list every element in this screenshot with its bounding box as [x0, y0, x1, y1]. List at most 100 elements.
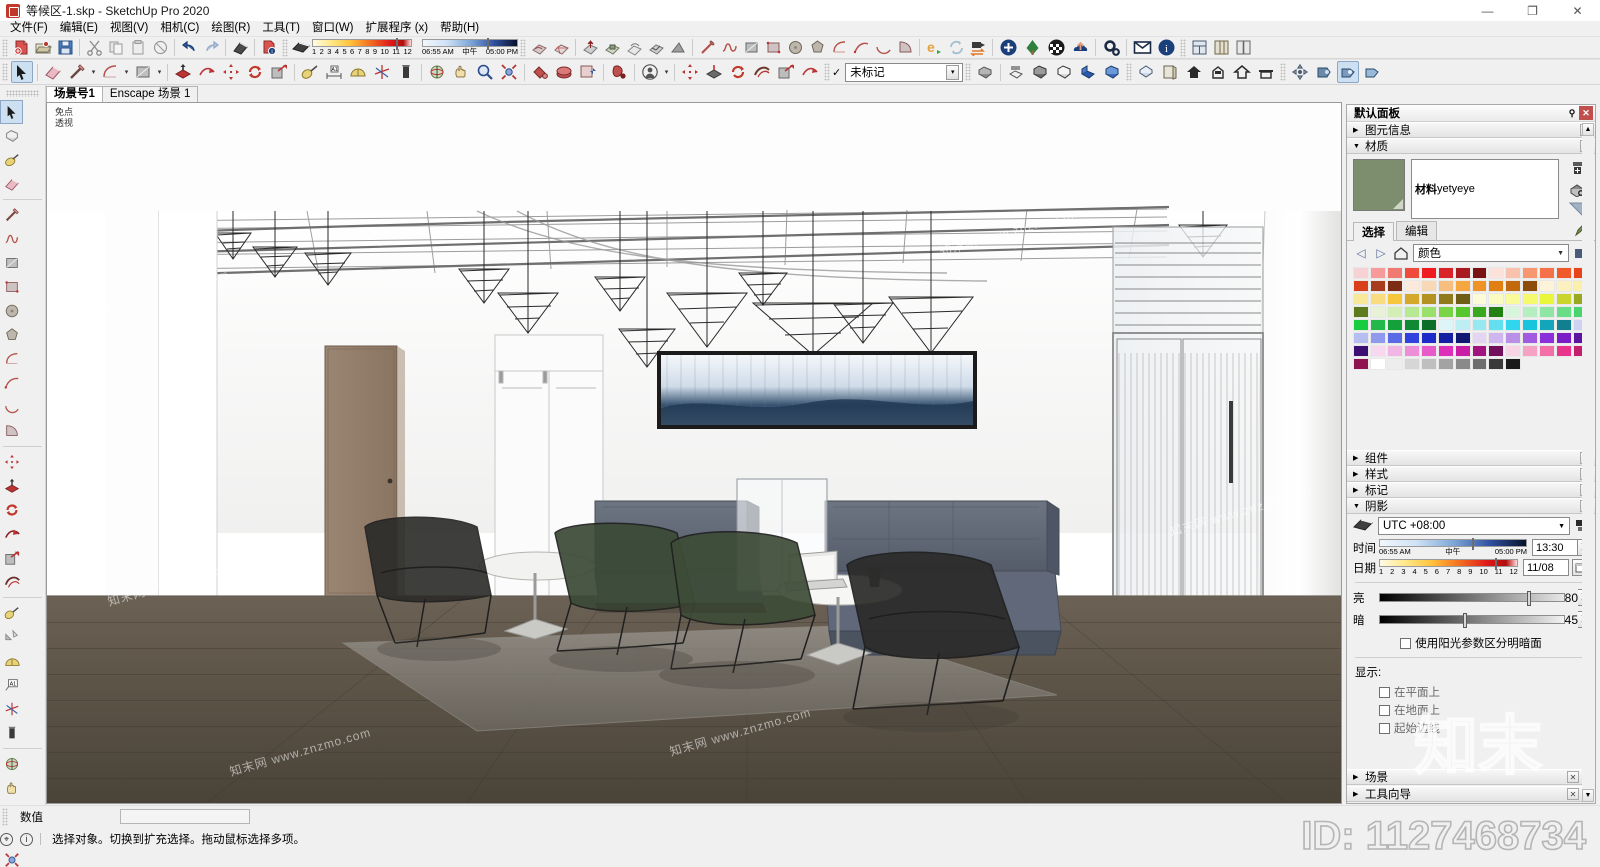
rectangle-tool-button[interactable] [741, 38, 761, 58]
arc-icon[interactable] [0, 347, 23, 371]
palette-swatch[interactable] [1539, 306, 1556, 318]
palette-swatch[interactable] [1556, 332, 1573, 344]
palette-swatch[interactable] [1420, 267, 1437, 279]
texture-position-button[interactable] [577, 61, 599, 83]
select-tool-icon[interactable] [0, 100, 23, 124]
palette-swatch[interactable] [1505, 267, 1522, 279]
two-point-arc-icon[interactable] [0, 371, 23, 395]
section-materials[interactable]: ▼ 材质 ✕ [1347, 138, 1595, 154]
palette-swatch[interactable] [1437, 306, 1454, 318]
shadow-toggle-icon[interactable] [1353, 517, 1373, 535]
shadow-time-gradient[interactable] [1379, 538, 1527, 550]
section-styles[interactable]: ▶ 样式 ✕ [1347, 466, 1595, 482]
cursor-info-icon[interactable]: ⌖ [0, 832, 13, 846]
palette-swatch[interactable] [1471, 306, 1488, 318]
enscape-start-button[interactable]: e [924, 38, 944, 58]
palette-swatch[interactable] [1556, 267, 1573, 279]
left-toolbar-grip[interactable] [6, 90, 39, 97]
palette-swatch[interactable] [1488, 280, 1505, 292]
rectangle-tool-dropdown[interactable]: ▾ [155, 62, 164, 82]
rotated-rectangle-icon[interactable] [0, 275, 23, 299]
palette-swatch[interactable] [1488, 345, 1505, 357]
section-shadows[interactable]: ▼ 阴影 ✕ [1347, 498, 1595, 514]
palette-swatch[interactable] [1353, 358, 1369, 370]
line-tool-dropdown[interactable]: ▾ [89, 62, 98, 82]
followme-tool-button-2[interactable] [799, 61, 821, 83]
shadow-light-slider[interactable] [1379, 591, 1565, 606]
tag-dropdown[interactable]: 未标记 ▾ [845, 62, 964, 82]
section-close-instructor[interactable]: ✕ [1567, 788, 1579, 800]
palette-swatch[interactable] [1454, 280, 1471, 292]
palette-swatch[interactable] [1353, 293, 1369, 305]
view-front-button[interactable] [1183, 61, 1205, 83]
palette-swatch[interactable] [1420, 345, 1437, 357]
view-iso-button[interactable] [1135, 61, 1157, 83]
tag-dropdown-arrow[interactable]: ▾ [946, 64, 960, 80]
palette-swatch[interactable] [1437, 345, 1454, 357]
palette-swatch[interactable] [1505, 358, 1522, 370]
palette-swatch[interactable] [1437, 267, 1454, 279]
account-dropdown[interactable]: ▾ [662, 62, 671, 82]
palette-swatch[interactable] [1505, 293, 1522, 305]
view-left-button[interactable] [1255, 61, 1277, 83]
dimension-tool-button[interactable]: A1 [323, 61, 345, 83]
shadow-toggle-button[interactable] [291, 38, 311, 58]
stamp-button[interactable] [602, 38, 622, 58]
material-library-dropdown[interactable]: 颜色 ▼ [1413, 244, 1569, 262]
model-info-button[interactable]: i [259, 38, 279, 58]
erase-button[interactable] [150, 38, 170, 58]
section-plane-button[interactable] [608, 61, 630, 83]
palette-swatch[interactable] [1522, 267, 1539, 279]
section-display-button[interactable] [1361, 61, 1383, 83]
make-component-icon[interactable] [0, 124, 23, 148]
followme-icon[interactable] [0, 522, 23, 546]
toolbar-grip-style[interactable] [965, 63, 972, 81]
menu-edit[interactable]: 编辑(E) [54, 21, 104, 36]
scroll-down-arrow[interactable]: ▼ [1582, 789, 1594, 802]
circle-tool-button[interactable] [785, 38, 805, 58]
menu-draw[interactable]: 绘图(R) [205, 21, 256, 36]
palette-swatch[interactable] [1454, 293, 1471, 305]
scale-icon[interactable] [0, 546, 23, 570]
section-entity-info[interactable]: ▶ 图元信息 ✕ [1347, 122, 1595, 138]
rotated-rectangle-button[interactable] [763, 38, 783, 58]
palette-swatch[interactable] [1353, 306, 1369, 318]
palette-swatch[interactable] [1539, 332, 1556, 344]
toolbar-date-slider[interactable]: 12 34 56 78 9 10 11 12 [312, 37, 412, 59]
shadow-date-slider[interactable]: 12 34 56 78 9 10 11 12 [1379, 558, 1518, 576]
tape-measure-icon[interactable] [0, 601, 23, 625]
palette-swatch[interactable] [1386, 280, 1403, 292]
palette-swatch[interactable] [1471, 293, 1488, 305]
rotate-tool-button[interactable] [244, 61, 266, 83]
valuebar-grip[interactable] [2, 807, 8, 826]
scale-tool-button[interactable] [268, 61, 290, 83]
palette-swatch[interactable] [1353, 332, 1369, 344]
menu-file[interactable]: 文件(F) [4, 21, 54, 36]
material-swatch[interactable] [1353, 159, 1405, 211]
toolbar-grip-sandbox[interactable] [520, 38, 526, 57]
view-right-button[interactable] [1207, 61, 1229, 83]
open-document-button[interactable] [33, 38, 53, 58]
palette-swatch[interactable] [1420, 332, 1437, 344]
display-ground-checkbox[interactable] [1379, 704, 1390, 716]
palette-swatch[interactable] [1369, 267, 1386, 279]
protractor-tool-button[interactable] [347, 61, 369, 83]
time-gradient[interactable] [422, 38, 518, 50]
style-xray-button[interactable] [974, 61, 996, 83]
enscape-asset-library-button[interactable] [1021, 37, 1043, 59]
section-tags[interactable]: ▶ 标记 ✕ [1347, 482, 1595, 498]
use-sun-checkbox[interactable] [1400, 637, 1412, 649]
palette-swatch[interactable] [1471, 345, 1488, 357]
axes-tool-button[interactable] [371, 61, 393, 83]
enscape-upload-button[interactable] [1069, 37, 1091, 59]
palette-swatch[interactable] [1522, 345, 1539, 357]
toolbar-grip-extra[interactable] [1180, 38, 1186, 57]
window-layout-button[interactable] [1189, 38, 1209, 58]
toolbar-grip-solar[interactable] [282, 38, 288, 57]
toolbar-time-slider[interactable]: 06:55 AM 中午 05:00 PM [422, 37, 518, 59]
palette-swatch[interactable] [1403, 280, 1420, 292]
position-camera-button[interactable] [1289, 61, 1311, 83]
style-textured-button[interactable] [1101, 61, 1123, 83]
arc-tool-dropdown[interactable]: ▾ [122, 62, 131, 82]
window-tile-button[interactable] [1211, 38, 1231, 58]
